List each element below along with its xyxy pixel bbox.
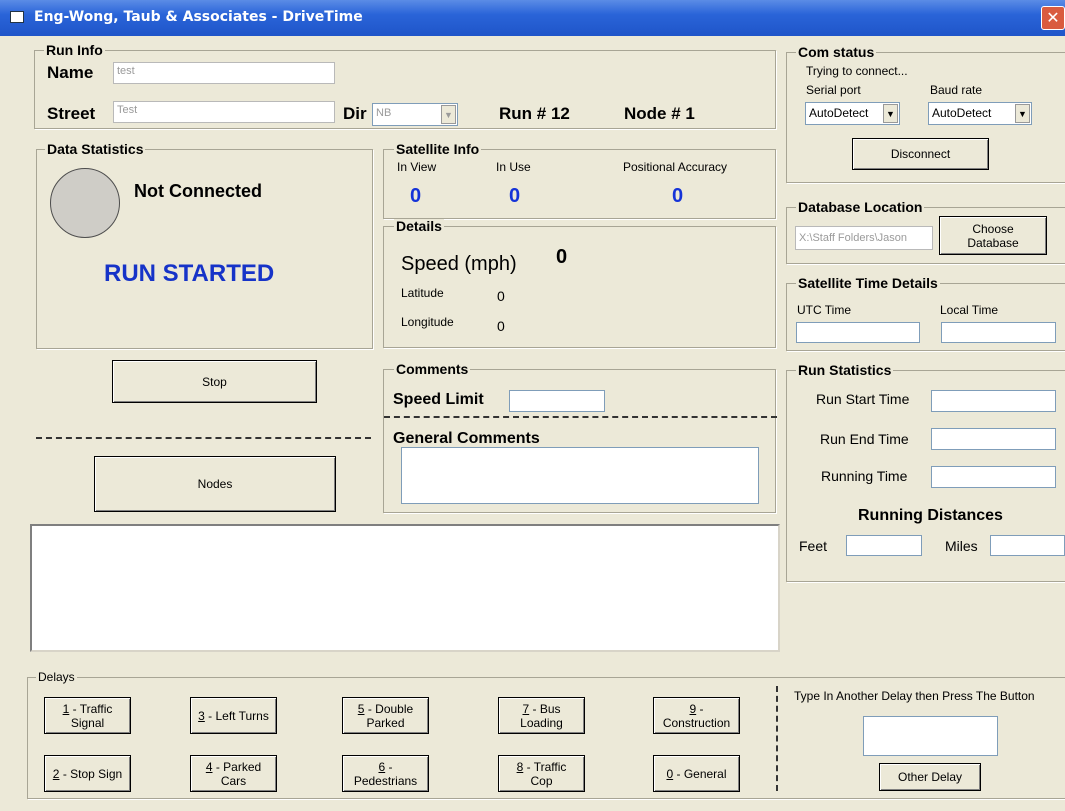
- app-icon: [10, 11, 24, 23]
- delay-9-button[interactable]: 9 - Construction: [653, 697, 740, 734]
- disconnect-button[interactable]: Disconnect: [852, 138, 989, 170]
- local-time-label: Local Time: [940, 303, 999, 317]
- baud-rate-value: AutoDetect: [932, 106, 992, 120]
- title-bar: Eng-Wong, Taub & Associates - DriveTime …: [0, 0, 1065, 36]
- street-label: Street: [47, 104, 96, 123]
- delay-7-button[interactable]: 7 - Bus Loading: [498, 697, 585, 734]
- delay-2-button[interactable]: 2 - Stop Sign: [44, 755, 131, 792]
- feet-label: Feet: [799, 538, 828, 554]
- running-time-label: Running Time: [821, 468, 908, 484]
- dir-value: NB: [376, 107, 392, 119]
- speed-label: Speed (mph): [401, 253, 517, 275]
- miles-label: Miles: [945, 538, 978, 554]
- street-field[interactable]: Test: [113, 101, 335, 123]
- nodes-label: Nodes: [197, 477, 233, 491]
- speed-limit-field[interactable]: [509, 390, 605, 412]
- in-view-label: In View: [397, 160, 437, 174]
- running-distances-label: Running Distances: [858, 507, 1003, 524]
- close-icon[interactable]: ✕: [1041, 6, 1065, 30]
- delay-0-button[interactable]: 0 - General: [653, 755, 740, 792]
- accuracy-label: Positional Accuracy: [623, 160, 728, 174]
- stop-button[interactable]: Stop: [112, 360, 317, 403]
- chevron-down-icon[interactable]: ▼: [1015, 104, 1030, 123]
- delays-separator: [776, 686, 778, 791]
- com-status-text: Trying to connect...: [806, 64, 908, 78]
- delay-6-button[interactable]: 6 - Pedestrians: [342, 755, 429, 792]
- delay-3-button[interactable]: 3 - Left Turns: [190, 697, 277, 734]
- in-view-value: 0: [410, 185, 422, 207]
- database-label: Database: [967, 235, 1019, 250]
- latitude-value: 0: [497, 288, 505, 304]
- satellite-time-legend: Satellite Time Details: [796, 275, 940, 291]
- com-status-legend: Com status: [796, 44, 877, 60]
- run-info-legend: Run Info: [44, 42, 105, 58]
- delay-1-button[interactable]: 1 - Traffic Signal: [44, 697, 131, 734]
- connection-indicator-icon: [50, 168, 120, 238]
- name-field[interactable]: test: [113, 62, 335, 84]
- window-title: Eng-Wong, Taub & Associates - DriveTime: [34, 9, 363, 25]
- speed-value: 0: [556, 246, 568, 268]
- nodes-button[interactable]: Nodes: [94, 456, 336, 512]
- longitude-label: Longitude: [401, 315, 454, 329]
- dir-label: Dir: [343, 104, 367, 123]
- running-time-field[interactable]: [931, 466, 1056, 488]
- other-delay-label: Other Delay: [897, 770, 963, 784]
- utc-time-field[interactable]: [796, 322, 920, 343]
- divider: [36, 437, 371, 439]
- miles-field[interactable]: [990, 535, 1065, 556]
- comments-divider: [384, 416, 777, 418]
- stop-label: Stop: [202, 374, 227, 389]
- baud-rate-select[interactable]: AutoDetect ▼: [928, 102, 1032, 125]
- run-statistics-legend: Run Statistics: [796, 362, 894, 378]
- database-path-field[interactable]: X:\Staff Folders\Jason: [795, 226, 933, 250]
- run-start-field[interactable]: [931, 390, 1056, 412]
- node-number: Node # 1: [624, 104, 695, 123]
- delays-legend: Delays: [36, 670, 77, 684]
- serial-port-value: AutoDetect: [809, 106, 869, 120]
- other-delay-prompt: Type In Another Delay then Press The But…: [794, 689, 1035, 703]
- run-number: Run # 12: [499, 104, 570, 123]
- serial-port-select[interactable]: AutoDetect ▼: [805, 102, 900, 125]
- run-state: RUN STARTED: [104, 260, 275, 287]
- in-use-value: 0: [509, 185, 521, 207]
- delay-8-button[interactable]: 8 - Traffic Cop: [498, 755, 585, 792]
- log-area[interactable]: [30, 524, 780, 652]
- serial-port-label: Serial port: [806, 83, 861, 97]
- speed-limit-label: Speed Limit: [393, 391, 484, 408]
- delay-4-button[interactable]: 4 - Parked Cars: [190, 755, 277, 792]
- other-delay-field[interactable]: [863, 716, 998, 756]
- utc-time-label: UTC Time: [797, 303, 851, 317]
- name-label: Name: [47, 63, 94, 82]
- data-statistics-legend: Data Statistics: [45, 141, 146, 157]
- chevron-down-icon[interactable]: ▼: [883, 104, 898, 123]
- choose-database-button[interactable]: Choose Database: [939, 216, 1047, 255]
- feet-field[interactable]: [846, 535, 922, 556]
- disconnect-label: Disconnect: [890, 147, 951, 161]
- other-delay-button[interactable]: Other Delay: [879, 763, 981, 791]
- local-time-field[interactable]: [941, 322, 1056, 343]
- connection-status: Not Connected: [134, 181, 262, 201]
- longitude-value: 0: [497, 318, 505, 334]
- baud-rate-label: Baud rate: [930, 83, 983, 97]
- run-start-label: Run Start Time: [816, 391, 910, 407]
- comments-legend: Comments: [394, 361, 471, 377]
- choose-label: Choose: [972, 221, 1014, 236]
- run-end-field[interactable]: [931, 428, 1056, 450]
- in-use-label: In Use: [496, 160, 531, 174]
- details-legend: Details: [394, 218, 444, 234]
- dir-select[interactable]: NB ▼: [372, 103, 458, 126]
- delay-5-button[interactable]: 5 - Double Parked: [342, 697, 429, 734]
- latitude-label: Latitude: [401, 286, 444, 300]
- satellite-info-legend: Satellite Info: [394, 141, 482, 157]
- run-end-label: Run End Time: [820, 431, 909, 447]
- accuracy-value: 0: [672, 185, 684, 207]
- general-comments-label: General Comments: [393, 430, 540, 447]
- chevron-down-icon[interactable]: ▼: [441, 105, 456, 124]
- general-comments-field[interactable]: [401, 447, 759, 504]
- database-location-legend: Database Location: [796, 199, 925, 215]
